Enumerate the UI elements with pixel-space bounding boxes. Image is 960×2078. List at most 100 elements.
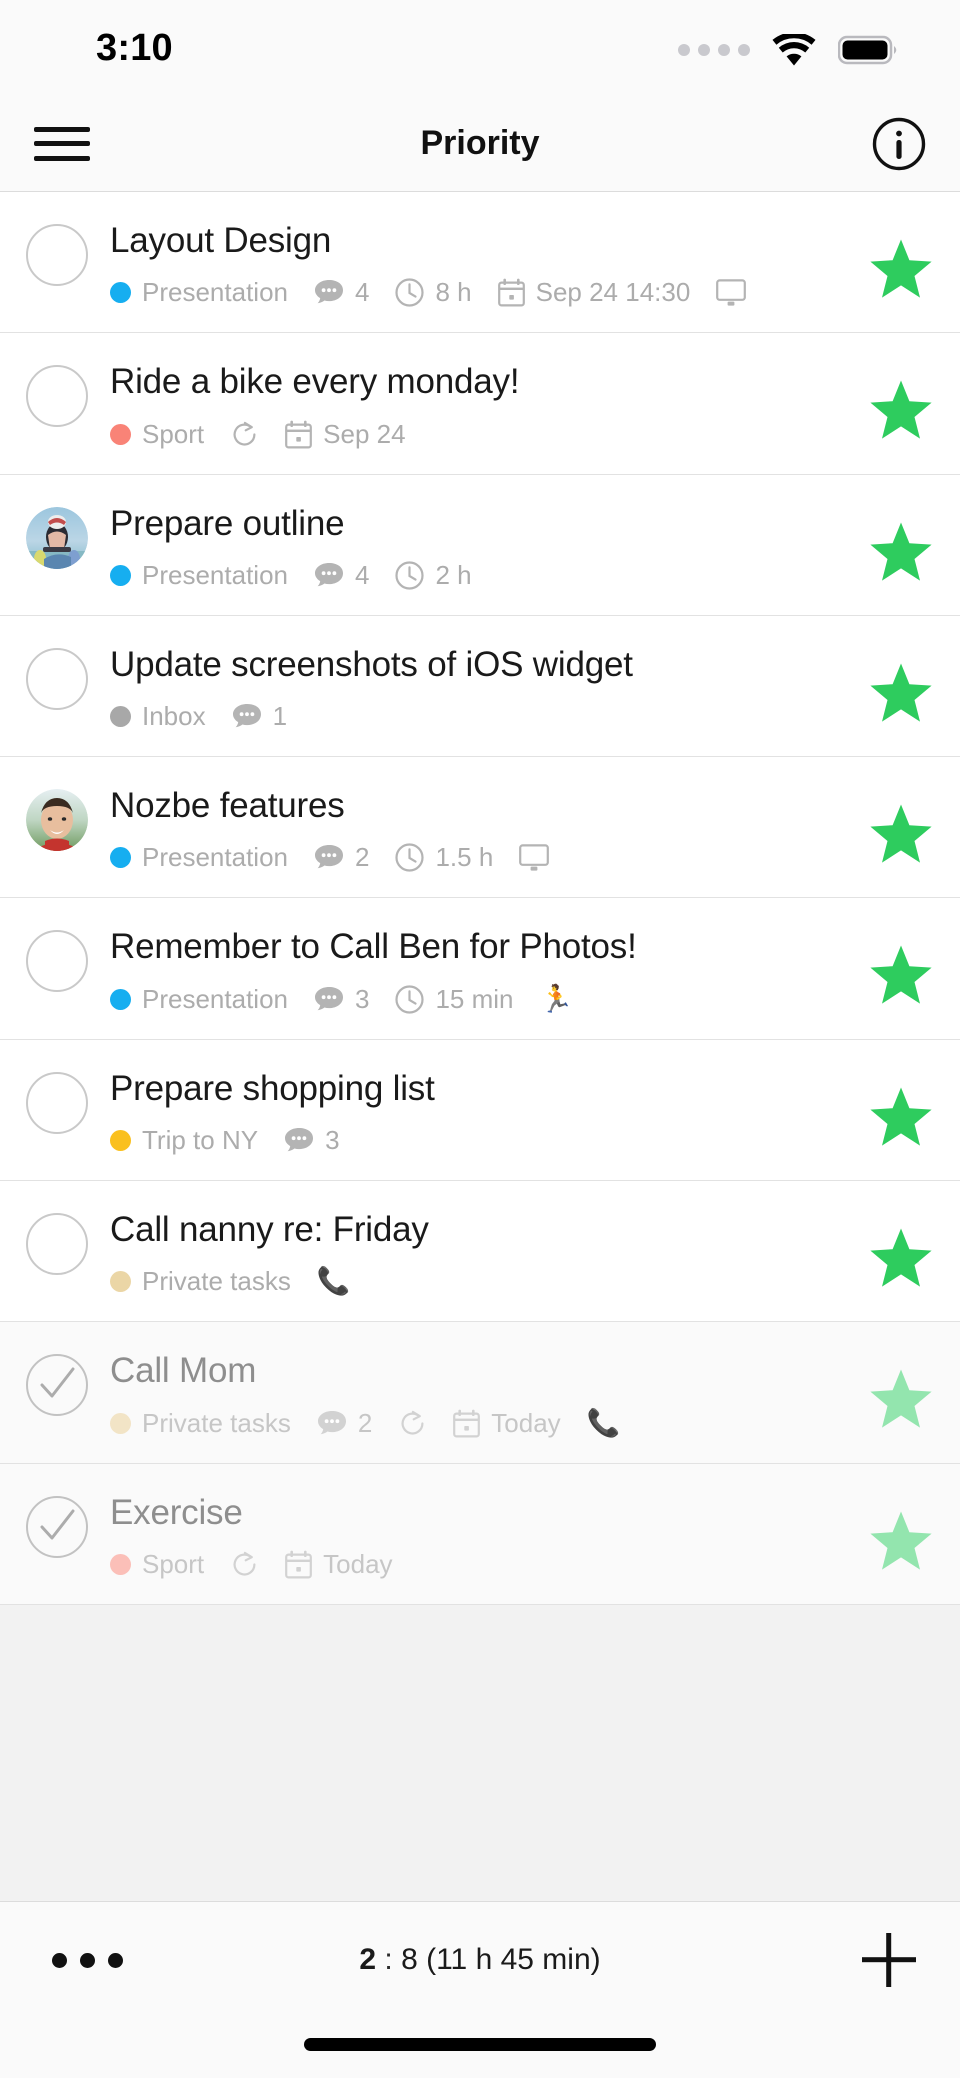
project-dot-icon — [110, 988, 131, 1010]
task-checkbox[interactable] — [26, 647, 88, 710]
task-content: Update screenshots of iOS widget Inbox 1 — [110, 642, 850, 732]
task-meta-category: 🏃 — [540, 985, 574, 1013]
task-meta-label: 2 — [357, 1407, 373, 1438]
task-meta-project: Private tasks — [110, 1408, 291, 1439]
task-checkbox[interactable] — [26, 930, 88, 993]
plus-icon[interactable] — [858, 1929, 920, 1991]
avatar[interactable] — [26, 506, 88, 569]
calendar-icon — [285, 1550, 313, 1579]
task-row[interactable]: Update screenshots of iOS widget Inbox 1 — [0, 615, 960, 758]
priority-star-icon[interactable] — [868, 1508, 934, 1574]
calendar-icon — [497, 278, 525, 307]
more-dots-icon[interactable] — [40, 1937, 135, 1984]
clock-icon — [395, 278, 425, 307]
priority-star-icon[interactable] — [868, 377, 934, 443]
task-meta-project: Sport — [110, 419, 204, 450]
hamburger-menu-icon[interactable] — [34, 121, 90, 167]
task-meta-comments: 2 — [314, 842, 369, 873]
task-meta-label: 8 h — [435, 277, 472, 308]
priority-star-icon[interactable] — [868, 236, 934, 302]
task-content: Ride a bike every monday! Sport Sep 24 — [110, 359, 850, 449]
project-dot-icon — [110, 282, 131, 304]
task-row[interactable]: Prepare outline Presentation 4 2 h — [0, 474, 960, 616]
task-meta-row: Trip to NY 3 — [110, 1125, 850, 1156]
priority-star-icon[interactable] — [868, 942, 934, 1008]
counter-separator: : — [384, 1943, 393, 1976]
task-row[interactable]: Prepare shopping list Trip to NY 3 — [0, 1039, 960, 1182]
task-title: Call Mom — [110, 1351, 257, 1391]
priority-star-icon[interactable] — [868, 1225, 934, 1291]
task-checkbox[interactable] — [26, 1213, 88, 1276]
info-circle-icon[interactable] — [872, 117, 926, 171]
status-bar-time: 3:10 — [96, 26, 173, 69]
task-meta-project: Private tasks — [110, 1266, 291, 1297]
comment-bubble-icon — [314, 844, 344, 871]
task-content: Call nanny re: Friday Private tasks 📞 — [110, 1207, 850, 1297]
comment-bubble-icon — [232, 703, 262, 730]
task-meta-label: 3 — [325, 1125, 340, 1156]
task-content: Exercise Sport Today — [110, 1490, 850, 1580]
task-row[interactable]: Nozbe features Presentation 2 1.5 h — [0, 757, 960, 899]
project-dot-icon — [110, 423, 131, 445]
task-meta-row: Sport Today — [110, 1549, 850, 1580]
task-meta-label: 1.5 h — [435, 842, 494, 873]
task-row[interactable]: Layout Design Presentation 4 8 h Sep 24 14:… — [0, 192, 960, 334]
task-title: Ride a bike every monday! — [110, 362, 520, 402]
task-checkbox[interactable] — [26, 1495, 88, 1558]
priority-star-icon[interactable] — [868, 519, 934, 585]
task-meta-row: Presentation 2 1.5 h — [110, 842, 850, 873]
task-meta-label: Sep 24 14:30 — [535, 277, 691, 308]
task-meta-label: Sport — [142, 418, 205, 449]
task-meta-repeat — [398, 1409, 427, 1438]
task-meta-date: Today — [285, 1549, 393, 1580]
task-meta-date: Sep 24 14:30 — [497, 277, 691, 308]
task-meta-comments: 4 — [314, 277, 369, 308]
comment-bubble-icon — [317, 1410, 347, 1437]
task-meta-label: Private tasks — [142, 1266, 291, 1297]
clock-icon — [395, 985, 425, 1014]
project-dot-icon — [110, 847, 131, 869]
task-row[interactable]: Call Mom Private tasks 2 Today 📞 — [0, 1322, 960, 1464]
completed-count: 2 — [359, 1943, 377, 1976]
task-meta-row: Private tasks 2 Today 📞 — [110, 1408, 850, 1439]
priority-star-icon[interactable] — [868, 660, 934, 726]
task-meta-time: 8 h — [395, 277, 472, 308]
task-meta-label: 2 — [354, 842, 370, 873]
task-title: Update screenshots of iOS widget — [110, 644, 633, 684]
task-row[interactable]: Ride a bike every monday! Sport Sep 24 — [0, 333, 960, 475]
task-checkbox[interactable] — [26, 1071, 88, 1134]
task-meta-comments: 2 — [317, 1408, 372, 1439]
task-checkbox[interactable] — [26, 1354, 88, 1417]
monitor-icon — [519, 844, 550, 872]
phone-icon: 📞 — [586, 1407, 621, 1438]
project-dot-icon — [110, 1130, 131, 1152]
home-bar-indicator[interactable] — [304, 2038, 656, 2051]
task-row[interactable]: Call nanny re: Friday Private tasks 📞 — [0, 1181, 960, 1323]
task-checkbox[interactable] — [26, 365, 88, 428]
task-title: Call nanny re: Friday — [110, 1210, 429, 1250]
home-indicator-area — [0, 2018, 960, 2078]
avatar[interactable] — [26, 789, 88, 852]
task-meta-project: Inbox — [110, 701, 206, 732]
task-checkbox[interactable] — [26, 224, 88, 286]
task-meta-label: Presentation — [142, 559, 288, 590]
navigation-bar: Priority — [0, 96, 960, 192]
task-meta-row: Presentation 4 2 h — [110, 560, 850, 591]
task-meta-project: Presentation — [110, 842, 288, 873]
priority-star-icon[interactable] — [868, 1366, 934, 1432]
task-content: Layout Design Presentation 4 8 h Sep 24 14:… — [110, 218, 850, 308]
task-meta-label: Sep 24 — [323, 418, 406, 449]
task-meta-time: 2 h — [395, 560, 472, 591]
project-dot-icon — [110, 706, 131, 728]
wifi-icon — [772, 34, 816, 66]
task-row[interactable]: Exercise Sport Today — [0, 1463, 960, 1605]
priority-star-icon[interactable] — [868, 1084, 934, 1150]
clock-icon — [395, 561, 425, 590]
task-meta-category: 📞 — [317, 1268, 351, 1295]
task-title: Exercise — [110, 1492, 243, 1532]
priority-star-icon[interactable] — [868, 801, 934, 867]
task-meta-date: Today — [453, 1408, 561, 1439]
task-title: Layout Design — [110, 221, 332, 260]
task-row[interactable]: Remember to Call Ben for Photos! Present… — [0, 898, 960, 1040]
task-title: Prepare shopping list — [110, 1068, 435, 1108]
